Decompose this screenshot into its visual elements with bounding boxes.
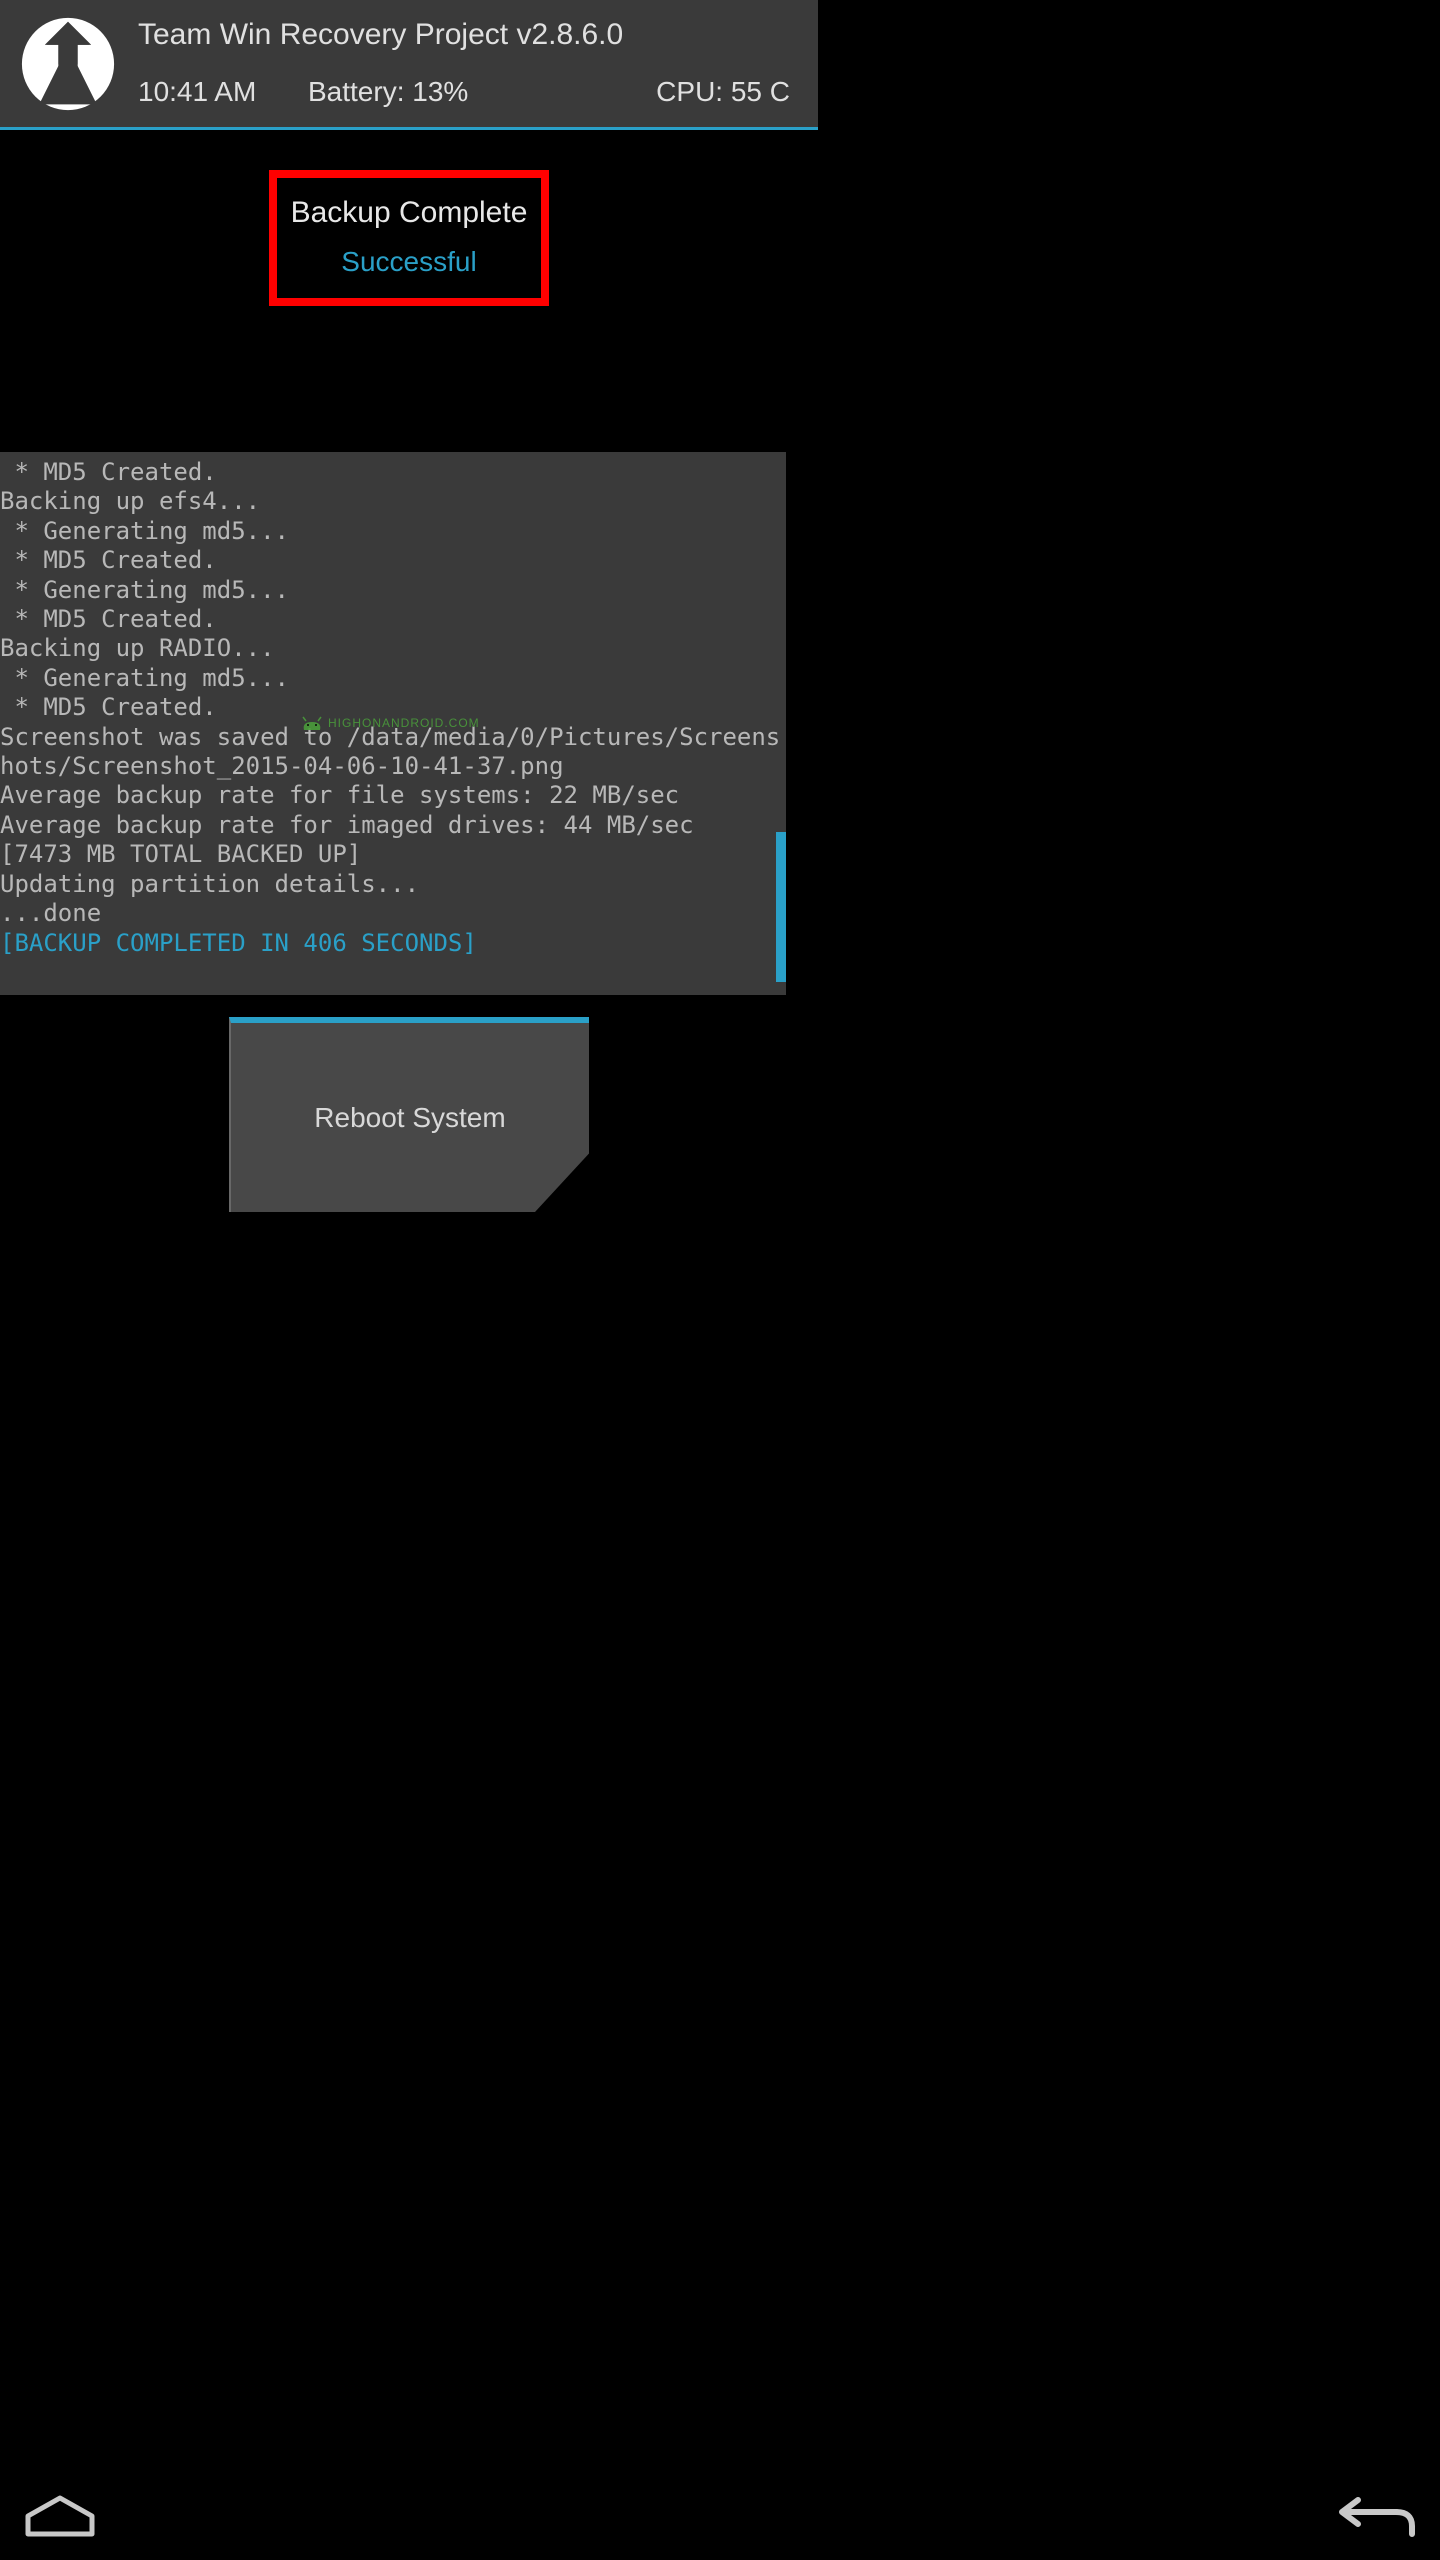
app-title: Team Win Recovery Project v2.8.6.0 xyxy=(138,18,800,52)
reboot-system-button[interactable]: Reboot System xyxy=(229,1017,589,1212)
twrp-logo-icon xyxy=(18,14,118,114)
watermark: HIGHONANDROID.COM xyxy=(300,716,480,730)
back-icon[interactable] xyxy=(1334,2494,1420,2540)
result-title: Backup Complete xyxy=(277,196,541,230)
status-cpu: CPU: 55 C xyxy=(656,76,800,108)
reboot-button-label: Reboot System xyxy=(314,1102,505,1134)
home-icon[interactable] xyxy=(20,2494,100,2540)
scrollbar-indicator[interactable] xyxy=(776,832,786,982)
status-row: 10:41 AM Battery: 13% CPU: 55 C xyxy=(138,76,800,108)
console-text: * MD5 Created. Backing up efs4... * Gene… xyxy=(0,458,786,929)
console-final-line: [BACKUP COMPLETED IN 406 SECONDS] xyxy=(0,929,786,958)
status-battery: Battery: 13% xyxy=(308,76,568,108)
watermark-text: HIGHONANDROID.COM xyxy=(328,716,480,730)
result-highlight-box: Backup Complete Successful xyxy=(269,170,549,306)
header-bar: Team Win Recovery Project v2.8.6.0 10:41… xyxy=(0,0,818,130)
result-subtitle: Successful xyxy=(277,246,541,278)
nav-bar xyxy=(0,2474,1440,2560)
status-time: 10:41 AM xyxy=(138,76,308,108)
